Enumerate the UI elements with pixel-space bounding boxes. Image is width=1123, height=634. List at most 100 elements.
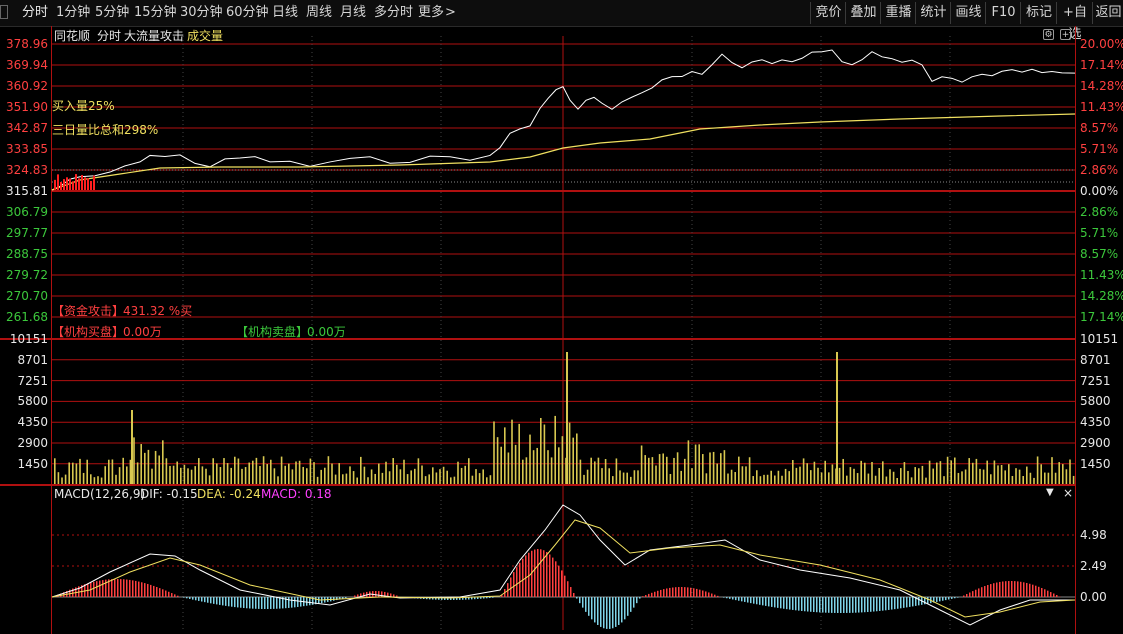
percent-axis-tick: 20.00% (1080, 37, 1123, 51)
volume-bar (442, 466, 445, 484)
macd-hist-bar (750, 597, 752, 604)
macd-hist-bar (354, 595, 356, 597)
macd-hist-bar (189, 597, 191, 599)
volume-bar (270, 459, 272, 484)
macd-hist-bar (162, 589, 164, 597)
volume-bar (871, 461, 873, 484)
macd-hist-bar (1050, 592, 1052, 597)
macd-hist-bar (645, 595, 647, 597)
attack-bar (75, 174, 77, 190)
volume-bar (496, 437, 499, 484)
volume-bar (316, 476, 319, 484)
macd-hist-bar (126, 579, 128, 597)
percent-axis-tick: 11.43% (1080, 100, 1123, 114)
attack-bar (54, 179, 56, 190)
volume-bar (104, 466, 106, 484)
volume-bar (529, 434, 531, 484)
macd-hist-bar (129, 579, 131, 597)
macd-hist-bar (93, 581, 95, 597)
volume-bar (313, 462, 315, 484)
volume-label: 成交量 (187, 29, 224, 43)
macd-hist-bar (846, 597, 848, 613)
volume-bar (615, 458, 618, 484)
macd-hist-bar (693, 588, 695, 597)
volume-bar (957, 472, 960, 484)
volume-bar (691, 468, 693, 484)
macd-hist-bar (957, 597, 959, 598)
price-axis-tick: 351.90 (6, 100, 48, 114)
volume-bar (630, 476, 632, 484)
macd-hist-bar (111, 579, 113, 597)
macd-hist-bar (906, 597, 908, 608)
macd-hist-bar (141, 582, 143, 597)
volume-bar (626, 472, 628, 484)
macd-hist-bar (1008, 581, 1010, 597)
volume-bar (111, 459, 114, 484)
macd-hist-bar (792, 597, 794, 610)
macd-hist-bar (777, 597, 779, 608)
macd-close-icon[interactable]: × (1063, 486, 1073, 500)
macd-hist-bar (801, 597, 803, 611)
volume-bar (799, 466, 801, 484)
volume-bar (698, 444, 700, 484)
settings-icon[interactable]: ⚙ (1043, 29, 1054, 40)
volume-bar (284, 465, 286, 484)
add-indicator-icon[interactable]: + (1060, 29, 1071, 40)
volume-bar (255, 457, 258, 484)
macd-hist-bar (297, 597, 299, 607)
macd-hist-bar (687, 587, 689, 597)
macd-hist-bar (741, 597, 743, 602)
macd-hist-bar (375, 591, 377, 597)
volume-bar (662, 453, 664, 484)
volume-bar (306, 468, 308, 484)
macd-hist-bar (714, 594, 716, 597)
volume-bar (648, 457, 650, 484)
volume-bar (72, 462, 74, 484)
macd-hist-bar (795, 597, 797, 611)
macd-hist-bar (954, 597, 956, 599)
macd-hist-bar (936, 597, 938, 602)
attack-bar (60, 181, 62, 190)
macd-hist-bar (273, 597, 275, 609)
macd-hist-bar (666, 588, 668, 597)
volume-bar (259, 466, 261, 484)
macd-hist-bar (228, 597, 230, 607)
volume-bar (352, 471, 355, 484)
macd-hist-bar (981, 587, 983, 597)
volume-bar (309, 458, 312, 484)
percent-axis-tick: 8.57% (1080, 247, 1119, 261)
macd-hist-bar (1026, 582, 1028, 597)
volume-bar (212, 458, 214, 484)
volume-bar (507, 452, 510, 484)
macd-dropdown-icon[interactable]: ▼ (1046, 487, 1054, 498)
volume-bar (424, 476, 427, 484)
volume-spike-bar (836, 352, 838, 484)
volume-bar (975, 458, 978, 484)
volume-axis-tick-right: 10151 (1080, 332, 1119, 346)
macd-hist-bar (888, 597, 890, 610)
volume-bar (435, 472, 438, 484)
percent-axis-tick: 2.86% (1080, 163, 1119, 177)
volume-bar (824, 460, 826, 484)
volume-bar (237, 458, 240, 484)
volume-bar (147, 449, 150, 484)
volume-bar (1072, 475, 1075, 484)
macd-hist-bar (609, 597, 611, 629)
volume-bar (982, 469, 985, 484)
volume-bar (889, 469, 891, 484)
macd-hist-bar (231, 597, 233, 607)
macd-hist-bar (879, 597, 881, 611)
macd-hist-bar (942, 597, 944, 601)
volume-bar (597, 457, 600, 484)
price-axis-tick: 261.68 (6, 310, 48, 324)
macd-hist-bar (306, 597, 308, 606)
macd-hist-bar (222, 597, 224, 606)
macd-hist-bar (855, 597, 857, 613)
volume-bar (457, 461, 459, 484)
volume-bar (428, 474, 430, 484)
macd-hist-bar (807, 597, 809, 612)
volume-bar (939, 461, 942, 484)
macd-hist-bar (264, 597, 266, 609)
volume-bar (943, 476, 945, 484)
macd-hist-bar (288, 597, 290, 608)
